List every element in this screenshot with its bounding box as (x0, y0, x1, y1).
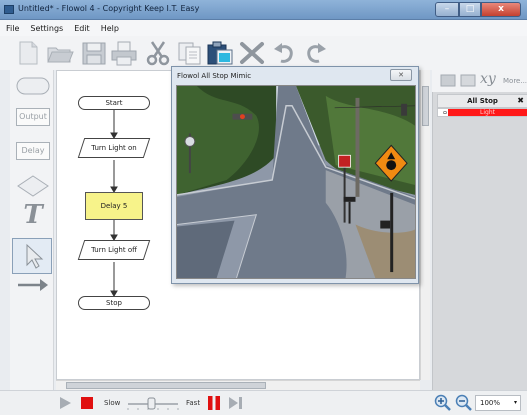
horizontal-scrollbar[interactable] (56, 380, 420, 390)
zoom-in-icon[interactable] (434, 394, 452, 412)
delay-node[interactable]: Delay 5 (85, 192, 143, 220)
delay-shape[interactable]: Delay (16, 142, 50, 160)
chevron-down-icon: ▾ (513, 399, 517, 406)
flow-connectors (110, 110, 118, 297)
print-icon[interactable] (110, 40, 138, 66)
close-button[interactable]: x (481, 2, 521, 17)
play-icon[interactable] (58, 396, 72, 410)
zoom-value: 100% (480, 399, 501, 407)
open-folder-icon[interactable] (46, 40, 74, 66)
turn-light-on-label: Turn Light on (91, 144, 137, 152)
speed-slider[interactable] (126, 395, 180, 411)
pointer-tool-icon[interactable] (16, 242, 50, 270)
maximize-button[interactable]: □ (459, 2, 481, 17)
redo-icon[interactable] (302, 40, 330, 66)
output-row[interactable]: 0 Light (437, 108, 527, 117)
vertical-scrollbar[interactable] (420, 70, 430, 380)
horizontal-scroll-thumb[interactable] (66, 382, 266, 389)
cut-icon[interactable] (144, 40, 172, 66)
output-light-value: Light (448, 109, 527, 116)
xy-chart-button[interactable]: xy (480, 71, 496, 87)
mimic-title: Flowol All Stop Mimic (177, 72, 252, 80)
zoom-out-icon[interactable] (455, 394, 473, 412)
step-icon[interactable] (228, 396, 244, 410)
mimic-window: Flowol All Stop Mimic ✕ (171, 66, 419, 284)
app-icon (4, 5, 14, 14)
window-title: Untitled* - Flowol 4 - Copyright Keep I.… (18, 4, 200, 13)
traffic-scene-image (176, 85, 416, 279)
turn-light-off-label: Turn Light off (91, 246, 137, 254)
mimic-outputs-panel: All Stop ✖ 0 Light (432, 92, 527, 390)
window-controls: – □ x (435, 2, 521, 17)
output-index: 0 (441, 110, 447, 115)
zoom-select[interactable]: 100% ▾ (475, 395, 521, 411)
stop-icon[interactable] (80, 396, 94, 410)
mimic-icon[interactable] (440, 72, 456, 88)
decision-shape-icon[interactable] (16, 174, 50, 198)
toolbar (0, 36, 527, 70)
run-control-bar: Slow Fast 100% ▾ (0, 390, 527, 415)
turn-light-off-node[interactable]: Turn Light off (77, 240, 151, 260)
save-icon[interactable] (80, 40, 108, 66)
minimize-button[interactable]: – (435, 2, 459, 17)
pin-icon[interactable]: ✖ (517, 95, 524, 107)
title-bar: Untitled* - Flowol 4 - Copyright Keep I.… (0, 0, 527, 20)
shape-palette: Output Delay T (10, 70, 54, 400)
copy-icon[interactable] (176, 40, 204, 66)
menu-help[interactable]: Help (101, 24, 119, 33)
menu-settings[interactable]: Settings (30, 24, 63, 33)
variables-icon[interactable] (460, 72, 476, 88)
stop-node[interactable]: Stop (78, 296, 150, 310)
turn-light-on-node[interactable]: Turn Light on (77, 138, 151, 158)
fast-label: Fast (186, 399, 201, 407)
paste-icon[interactable] (206, 40, 234, 66)
more-button[interactable]: More... (503, 77, 527, 85)
start-node[interactable]: Start (78, 96, 150, 110)
panel-header: All Stop ✖ (437, 94, 527, 108)
pause-icon[interactable] (206, 395, 222, 411)
text-tool-icon[interactable]: T (16, 200, 50, 230)
delete-icon[interactable] (238, 40, 266, 66)
new-file-icon[interactable] (14, 40, 42, 66)
menu-edit[interactable]: Edit (74, 24, 90, 33)
vertical-scroll-thumb[interactable] (422, 86, 429, 126)
right-toolbar: xy More... (432, 70, 527, 92)
menu-bar: File Settings Edit Help (0, 20, 527, 36)
output-shape[interactable]: Output (16, 108, 50, 126)
undo-icon[interactable] (270, 40, 298, 66)
start-stop-shape-icon[interactable] (16, 76, 50, 96)
mimic-close-button[interactable]: ✕ (390, 69, 412, 81)
menu-file[interactable]: File (6, 24, 19, 33)
arrow-connector-icon[interactable] (16, 276, 50, 294)
slow-label: Slow (104, 399, 121, 407)
panel-header-label: All Stop (467, 97, 498, 105)
